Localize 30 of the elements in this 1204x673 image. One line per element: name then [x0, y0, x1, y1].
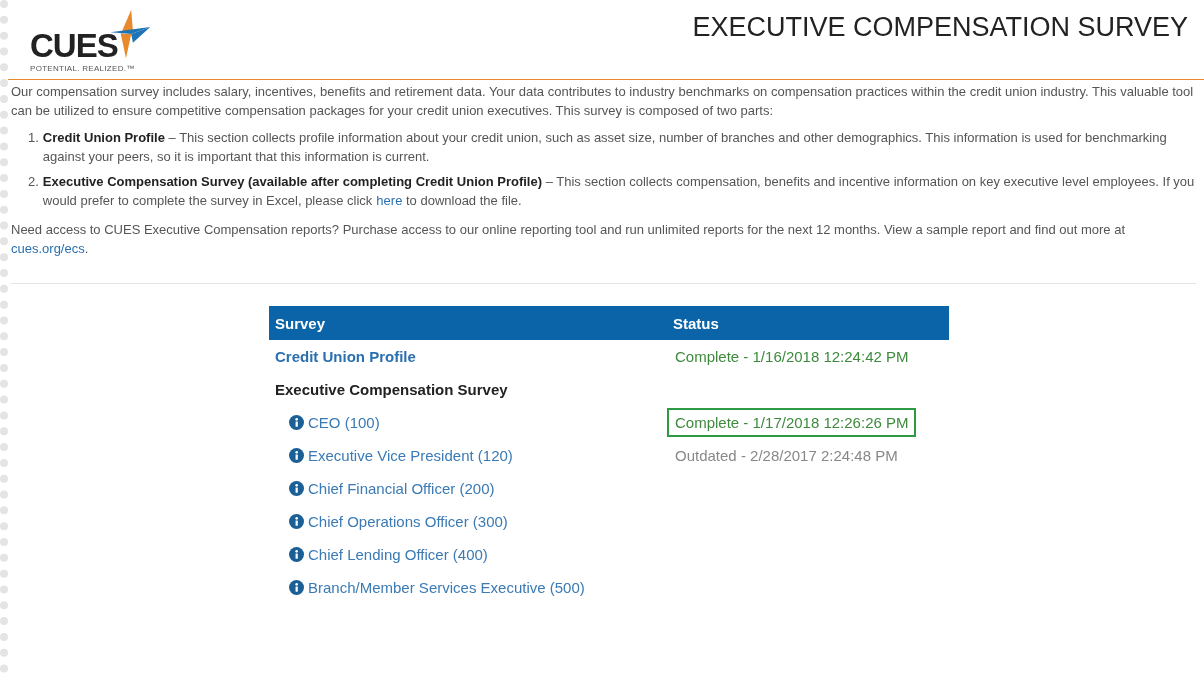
- intro-paragraph: Our compensation survey includes salary, incentives, benefits and retirement data. Your data contributes to industry benchmarks on compensation practices within the credit union industry. This valuable tool can be utilized to ensure competitive compensation packages for your credit union executives. This survey is composed of two parts:: [11, 83, 1195, 120]
- list-number: 1.: [28, 129, 39, 147]
- position-link[interactable]: Chief Operations Officer (300): [308, 513, 508, 530]
- status-text: Outdated - 2/28/2017 2:24:48 PM: [674, 446, 899, 466]
- status-text: Complete - 1/16/2018 12:24:42 PM: [674, 347, 910, 367]
- part-description: Credit Union Profile – This section collects profile information about your credit union, such as asset size, number of branches and other demographics. This information is used for benchmarking against your peers, so it is important that this information is current.: [42, 129, 1168, 166]
- info-icon[interactable]: [289, 415, 304, 430]
- position-link[interactable]: Chief Lending Officer (400): [308, 546, 488, 563]
- info-icon[interactable]: [289, 547, 304, 562]
- reports-paragraph: Need access to CUES Executive Compensation reports? Purchase access to our online reporting tool and run unlimited reports for the next 12 months. View a sample report and find out more at cues.org/ecs.: [11, 221, 1127, 258]
- position-link[interactable]: CEO (100): [308, 414, 380, 431]
- download-link[interactable]: here: [376, 193, 403, 208]
- position-link[interactable]: Branch/Member Services Executive (500): [308, 579, 585, 596]
- column-header: Survey: [274, 314, 327, 332]
- info-icon[interactable]: [289, 514, 304, 529]
- logo-tagline: POTENTIAL. REALIZED.™: [30, 64, 136, 73]
- position-link[interactable]: Chief Financial Officer (200): [308, 480, 495, 497]
- survey-link[interactable]: Credit Union Profile: [275, 348, 416, 365]
- part-description: Executive Compensation Survey (available after completing Credit Union Profile) – This section collects compensation, benefits and incentive information on key executive level employees. If you would prefer to complete the survey in Excel, please click here to download the file.: [42, 173, 1196, 210]
- info-icon[interactable]: [289, 448, 304, 463]
- list-number: 2.: [28, 173, 39, 191]
- logo-wordmark: CUES: [30, 29, 118, 62]
- info-icon[interactable]: [289, 580, 304, 595]
- page-title: EXECUTIVE COMPENSATION SURVEY: [692, 12, 1188, 43]
- position-link[interactable]: Executive Vice President (120): [308, 447, 513, 464]
- info-icon[interactable]: [289, 481, 304, 496]
- group-heading: Executive Compensation Survey: [275, 381, 508, 398]
- reports-link[interactable]: cues.org/ecs: [11, 241, 85, 256]
- status-text: Complete - 1/17/2018 12:26:26 PM: [667, 408, 917, 437]
- column-header: Status: [673, 314, 720, 332]
